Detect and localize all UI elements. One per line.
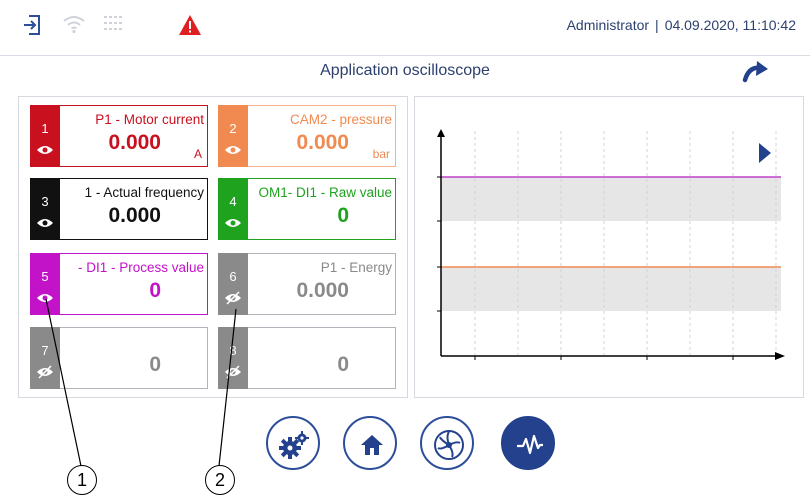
callout-1: 1 — [67, 465, 97, 495]
callout-lines — [45, 298, 237, 467]
callout-2: 2 — [205, 465, 235, 495]
